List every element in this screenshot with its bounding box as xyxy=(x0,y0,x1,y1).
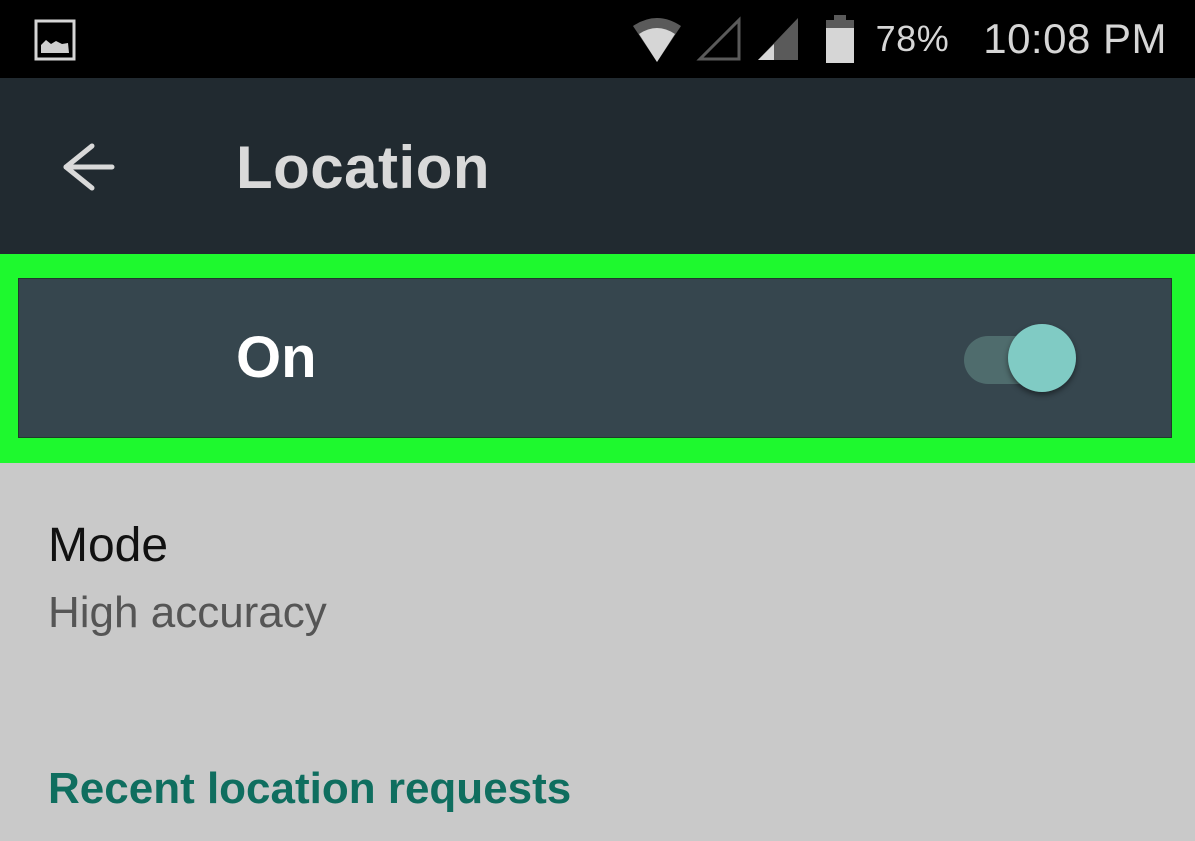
switch-thumb[interactable] xyxy=(1008,324,1076,392)
app-bar: Location xyxy=(0,78,1195,254)
wifi-icon xyxy=(632,18,681,62)
recent-requests-header: Recent location requests xyxy=(48,764,572,813)
location-toggle-switch[interactable] xyxy=(964,322,1080,396)
location-master-switch-row[interactable]: On xyxy=(18,278,1172,438)
master-switch-label: On xyxy=(236,325,317,390)
cell-signal-empty-icon xyxy=(696,16,741,61)
status-bar: 78% 10:08 PM xyxy=(0,0,1195,78)
highlight-frame: On xyxy=(0,254,1195,463)
page-title: Location xyxy=(236,134,490,201)
mode-title: Mode xyxy=(48,519,169,572)
cell-signal-partial-icon xyxy=(757,18,798,60)
back-arrow-icon[interactable] xyxy=(52,138,118,196)
status-icons: 78% 10:08 PM xyxy=(632,0,1167,78)
image-notification-icon xyxy=(34,19,76,61)
battery-percent: 78% xyxy=(875,18,950,59)
mode-setting-item[interactable]: Mode High accuracy xyxy=(0,463,1195,683)
mode-summary: High accuracy xyxy=(48,588,327,637)
clock: 10:08 PM xyxy=(983,15,1167,62)
battery-icon xyxy=(825,15,854,63)
